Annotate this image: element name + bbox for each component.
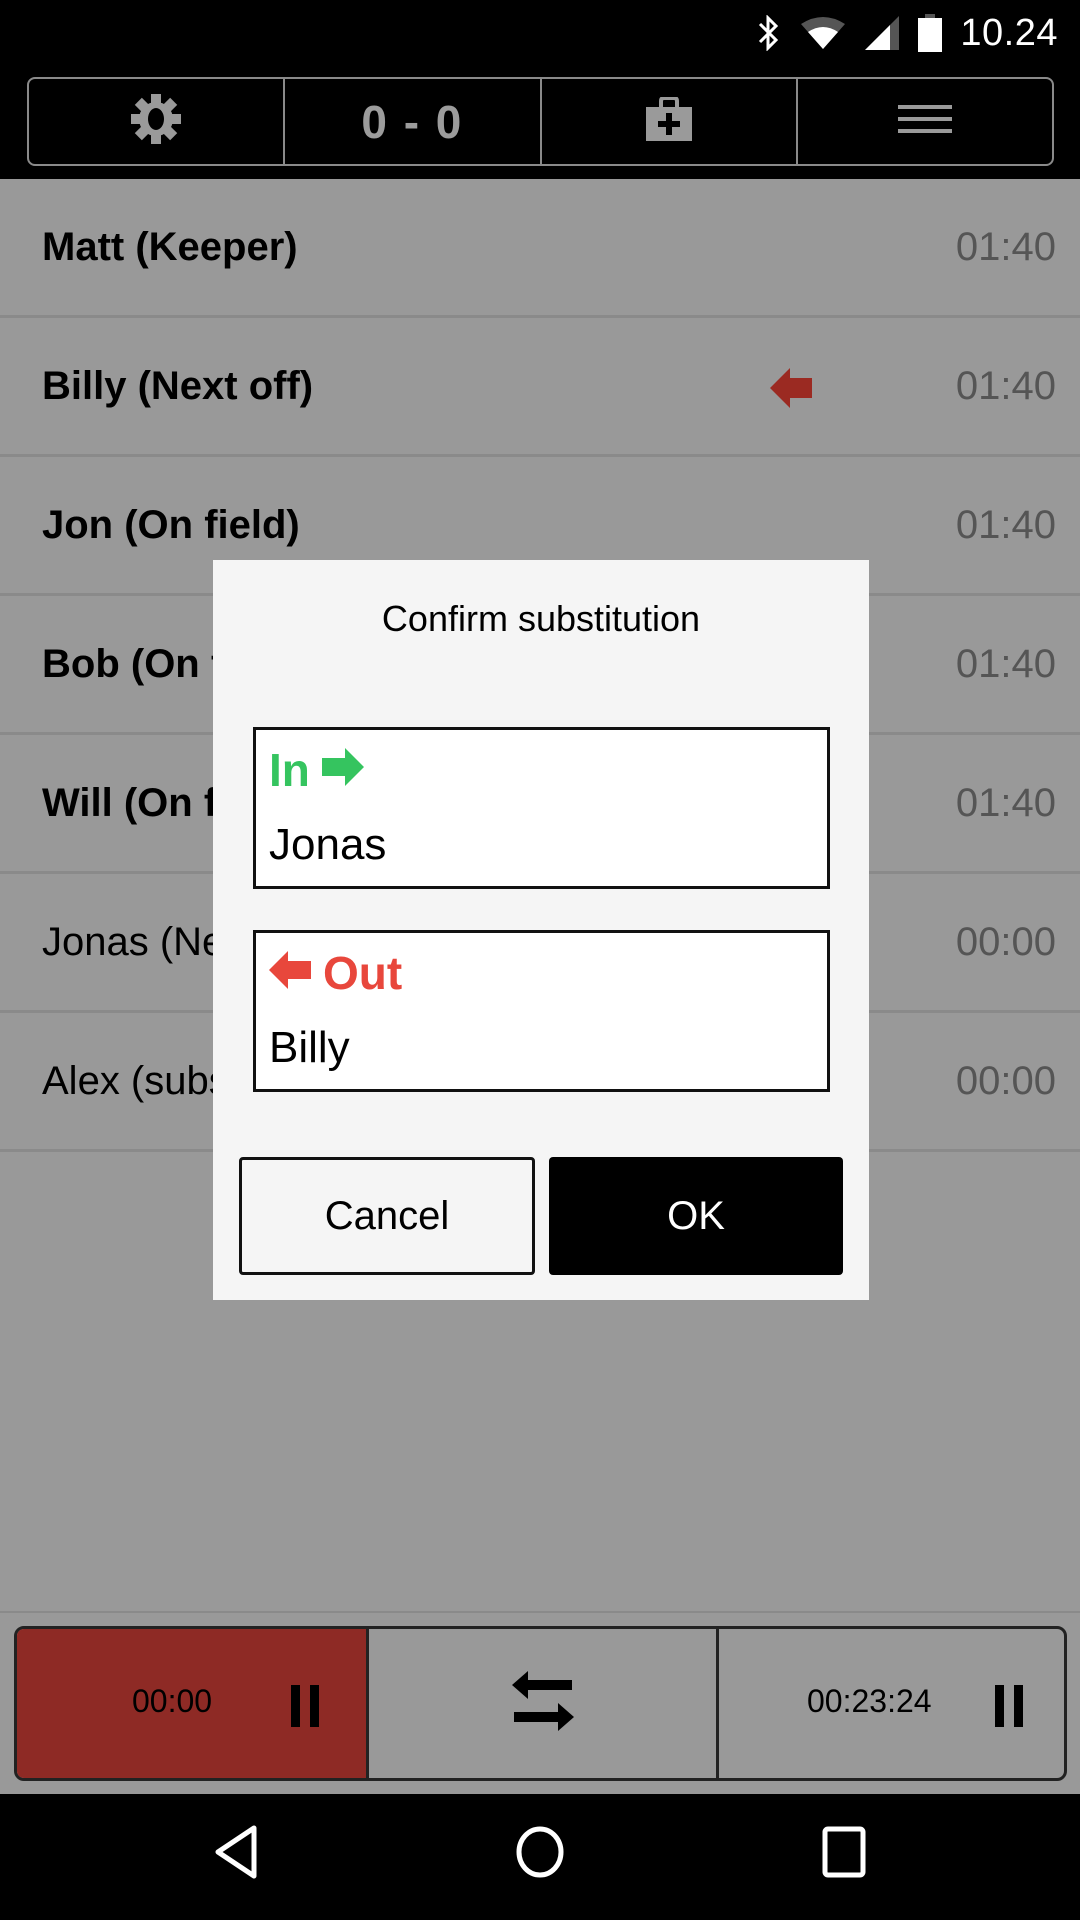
status-bar: 10.24 [0,0,1080,66]
first-aid-kit-icon [645,96,693,146]
dialog-title: Confirm substitution [381,598,701,639]
battery-icon [918,14,943,52]
player-row[interactable]: Matt (Keeper) 01:40 [0,179,1080,318]
player-time: 01:40 [955,364,1056,408]
bluetooth-icon [756,15,782,51]
player-time: 00:00 [955,920,1056,964]
top-toolbar-area: 0 - 0 [0,66,1080,179]
player-in-box: In Jonas [253,727,830,889]
divider [0,1611,1080,1613]
player-timer: 00:00 [132,1683,213,1719]
player-time: 01:40 [955,642,1056,686]
pause-icon [291,1685,321,1732]
in-label: In [269,744,310,796]
home-icon[interactable] [514,1824,566,1885]
player-time: 00:00 [955,1059,1056,1103]
player-in-name: Jonas [269,820,387,869]
cancel-button[interactable]: Cancel [239,1157,535,1275]
score-display: 0 - 0 [361,95,464,148]
pause-icon [995,1685,1025,1732]
match-timer: 00:23:24 [807,1683,932,1719]
wifi-icon [800,16,846,50]
menu-button[interactable] [798,79,1052,164]
out-label: Out [323,947,403,999]
score-button[interactable]: 0 - 0 [285,79,542,164]
player-row[interactable]: Billy (Next off) 01:40 [0,318,1080,457]
substitute-button[interactable] [369,1629,719,1778]
injury-button[interactable] [542,79,798,164]
player-name: Matt (Keeper) [42,225,298,269]
gear-icon [129,92,183,151]
confirm-substitution-dialog: Confirm substitution In Jonas Out Billy … [213,560,869,1300]
arrow-left-icon [770,368,812,413]
recents-icon[interactable] [820,1824,868,1885]
status-time: 10.24 [960,11,1058,54]
hamburger-menu-icon [897,105,952,138]
back-icon[interactable] [212,1824,260,1885]
system-nav-bar [0,1794,1080,1920]
match-timer-button[interactable]: 00:23:24 [719,1629,1064,1778]
player-time: 01:40 [955,225,1056,269]
arrow-right-icon [321,743,364,797]
ok-button[interactable]: OK [549,1157,843,1275]
player-time: 01:40 [955,503,1056,547]
player-out-box: Out Billy [253,930,830,1092]
cell-signal-icon [864,15,900,51]
bottom-control-bar: 00:00 00:23:24 [14,1626,1067,1781]
arrow-left-icon [269,946,311,1000]
settings-button[interactable] [29,79,286,164]
player-timer-button[interactable]: 00:00 [17,1629,369,1778]
player-time: 01:40 [955,781,1056,825]
player-name: Billy (Next off) [42,364,314,408]
top-toolbar: 0 - 0 [27,77,1054,166]
player-out-name: Billy [269,1023,350,1072]
swap-arrows-icon [511,1671,574,1736]
